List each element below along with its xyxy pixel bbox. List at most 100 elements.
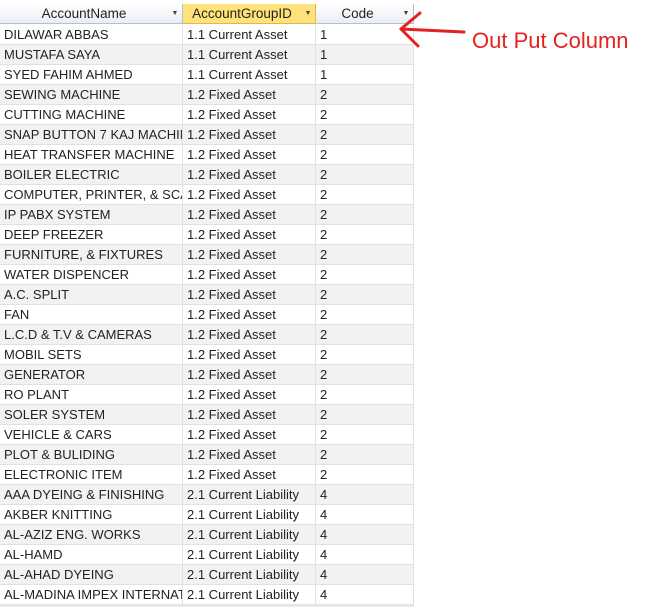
cell-accountgroupid[interactable]: 2.1 Current Liability [183,525,316,544]
table-row[interactable]: SOLER SYSTEM 1.2 Fixed Asset 2 [0,405,414,425]
cell-code[interactable]: 2 [316,385,414,404]
cell-accountgroupid[interactable]: 1.2 Fixed Asset [183,165,316,184]
cell-accountgroupid[interactable]: 1.2 Fixed Asset [183,85,316,104]
cell-accountgroupid[interactable]: 1.1 Current Asset [183,25,316,44]
sort-filter-dropdown-icon[interactable]: ▼ [301,10,315,17]
cell-code[interactable]: 4 [316,545,414,564]
cell-accountname[interactable]: HEAT TRANSFER MACHINE [0,145,183,164]
cell-accountname[interactable]: DILAWAR ABBAS [0,25,183,44]
cell-accountname[interactable]: AAA DYEING & FINISHING [0,485,183,504]
table-row[interactable]: AL-AHAD DYEING 2.1 Current Liability 4 [0,565,414,585]
sort-filter-dropdown-icon[interactable]: ▼ [168,10,182,17]
cell-code[interactable]: 2 [316,405,414,424]
table-row[interactable]: SEWING MACHINE 1.2 Fixed Asset 2 [0,85,414,105]
table-row[interactable]: GENERATOR 1.2 Fixed Asset 2 [0,365,414,385]
cell-accountname[interactable]: A.C. SPLIT [0,285,183,304]
cell-accountname[interactable]: AL-HAMD [0,545,183,564]
cell-accountname[interactable]: VEHICLE & CARS [0,425,183,444]
cell-accountgroupid[interactable]: 1.2 Fixed Asset [183,405,316,424]
cell-accountname[interactable]: AKBER KNITTING [0,505,183,524]
cell-accountname[interactable]: COMPUTER, PRINTER, & SCAN [0,185,183,204]
table-row[interactable]: AAA DYEING & FINISHING 2.1 Current Liabil… [0,485,414,505]
cell-code[interactable]: 2 [316,365,414,384]
cell-accountgroupid[interactable]: 1.2 Fixed Asset [183,285,316,304]
table-row[interactable]: COMPUTER, PRINTER, & SCAN 1.2 Fixed Asset… [0,185,414,205]
cell-code[interactable]: 4 [316,485,414,504]
cell-accountname[interactable]: SYED FAHIM AHMED [0,65,183,84]
cell-code[interactable]: 2 [316,245,414,264]
cell-code[interactable]: 2 [316,85,414,104]
cell-accountname[interactable]: FURNITURE, & FIXTURES [0,245,183,264]
table-row[interactable]: IP PABX SYSTEM 1.2 Fixed Asset 2 [0,205,414,225]
cell-accountgroupid[interactable]: 1.2 Fixed Asset [183,225,316,244]
cell-code[interactable]: 4 [316,565,414,584]
cell-accountgroupid[interactable]: 2.1 Current Liability [183,545,316,564]
cell-accountname[interactable]: IP PABX SYSTEM [0,205,183,224]
table-row[interactable]: FURNITURE, & FIXTURES 1.2 Fixed Asset 2 [0,245,414,265]
table-row[interactable]: A.C. SPLIT 1.2 Fixed Asset 2 [0,285,414,305]
cell-accountname[interactable]: SEWING MACHINE [0,85,183,104]
table-row[interactable]: PLOT & BULIDING 1.2 Fixed Asset 2 [0,445,414,465]
cell-accountgroupid[interactable]: 1.1 Current Asset [183,65,316,84]
cell-code[interactable]: 2 [316,465,414,484]
cell-code[interactable]: 2 [316,145,414,164]
cell-accountname[interactable]: RO PLANT [0,385,183,404]
column-header-accountname[interactable]: AccountName ▼ [0,4,183,24]
cell-accountgroupid[interactable]: 1.2 Fixed Asset [183,325,316,344]
cell-code[interactable]: 2 [316,125,414,144]
table-row[interactable]: AL-HAMD 2.1 Current Liability 4 [0,545,414,565]
table-row[interactable]: SNAP BUTTON 7 KAJ MACHIN 1.2 Fixed Asset 2 [0,125,414,145]
cell-code[interactable]: 1 [316,65,414,84]
cell-accountgroupid[interactable]: 1.2 Fixed Asset [183,345,316,364]
table-row[interactable]: HEAT TRANSFER MACHINE 1.2 Fixed Asset 2 [0,145,414,165]
cell-accountgroupid[interactable]: 2.1 Current Liability [183,585,316,604]
table-row[interactable]: VEHICLE & CARS 1.2 Fixed Asset 2 [0,425,414,445]
cell-accountgroupid[interactable]: 1.2 Fixed Asset [183,265,316,284]
cell-accountname[interactable]: AL-MADINA IMPEX INTERNAT [0,585,183,604]
cell-accountname[interactable]: GENERATOR [0,365,183,384]
cell-code[interactable]: 4 [316,525,414,544]
table-row[interactable]: BOILER ELECTRIC 1.2 Fixed Asset 2 [0,165,414,185]
cell-accountgroupid[interactable]: 1.2 Fixed Asset [183,125,316,144]
cell-accountgroupid[interactable]: 2.1 Current Liability [183,565,316,584]
table-row[interactable]: DILAWAR ABBAS 1.1 Current Asset 1 [0,25,414,45]
cell-accountgroupid[interactable]: 1.1 Current Asset [183,45,316,64]
table-row[interactable]: CUTTING MACHINE 1.2 Fixed Asset 2 [0,105,414,125]
cell-code[interactable]: 4 [316,585,414,604]
cell-code[interactable]: 2 [316,345,414,364]
cell-accountname[interactable]: AL-AHAD DYEING [0,565,183,584]
cell-accountgroupid[interactable]: 2.1 Current Liability [183,505,316,524]
cell-accountgroupid[interactable]: 1.2 Fixed Asset [183,145,316,164]
cell-accountgroupid[interactable]: 1.2 Fixed Asset [183,465,316,484]
cell-accountgroupid[interactable]: 1.2 Fixed Asset [183,105,316,124]
cell-code[interactable]: 2 [316,165,414,184]
cell-accountname[interactable]: MOBIL SETS [0,345,183,364]
cell-accountgroupid[interactable]: 1.2 Fixed Asset [183,185,316,204]
cell-code[interactable]: 2 [316,445,414,464]
cell-accountname[interactable]: SOLER SYSTEM [0,405,183,424]
cell-accountname[interactable]: AL-AZIZ ENG. WORKS [0,525,183,544]
cell-code[interactable]: 2 [316,325,414,344]
cell-code[interactable]: 2 [316,425,414,444]
table-row[interactable]: AL-AZIZ ENG. WORKS 2.1 Current Liability 4 [0,525,414,545]
cell-accountname[interactable]: DEEP FREEZER [0,225,183,244]
table-row[interactable]: RO PLANT 1.2 Fixed Asset 2 [0,385,414,405]
cell-accountgroupid[interactable]: 1.2 Fixed Asset [183,305,316,324]
table-row[interactable]: ELECTRONIC ITEM 1.2 Fixed Asset 2 [0,465,414,485]
table-row[interactable]: FAN 1.2 Fixed Asset 2 [0,305,414,325]
cell-accountname[interactable]: L.C.D & T.V & CAMERAS [0,325,183,344]
table-row[interactable]: DEEP FREEZER 1.2 Fixed Asset 2 [0,225,414,245]
cell-accountname[interactable]: BOILER ELECTRIC [0,165,183,184]
cell-code[interactable]: 2 [316,285,414,304]
cell-code[interactable]: 2 [316,305,414,324]
table-row[interactable]: MUSTAFA SAYA 1.1 Current Asset 1 [0,45,414,65]
column-header-accountgroupid[interactable]: AccountGroupID ▼ [183,4,316,24]
cell-code[interactable]: 2 [316,105,414,124]
table-row[interactable]: WATER DISPENCER 1.2 Fixed Asset 2 [0,265,414,285]
table-row[interactable]: MOBIL SETS 1.2 Fixed Asset 2 [0,345,414,365]
cell-accountname[interactable]: SNAP BUTTON 7 KAJ MACHIN [0,125,183,144]
cell-accountgroupid[interactable]: 1.2 Fixed Asset [183,365,316,384]
cell-accountgroupid[interactable]: 1.2 Fixed Asset [183,425,316,444]
table-row[interactable]: AKBER KNITTING 2.1 Current Liability 4 [0,505,414,525]
cell-accountname[interactable]: CUTTING MACHINE [0,105,183,124]
